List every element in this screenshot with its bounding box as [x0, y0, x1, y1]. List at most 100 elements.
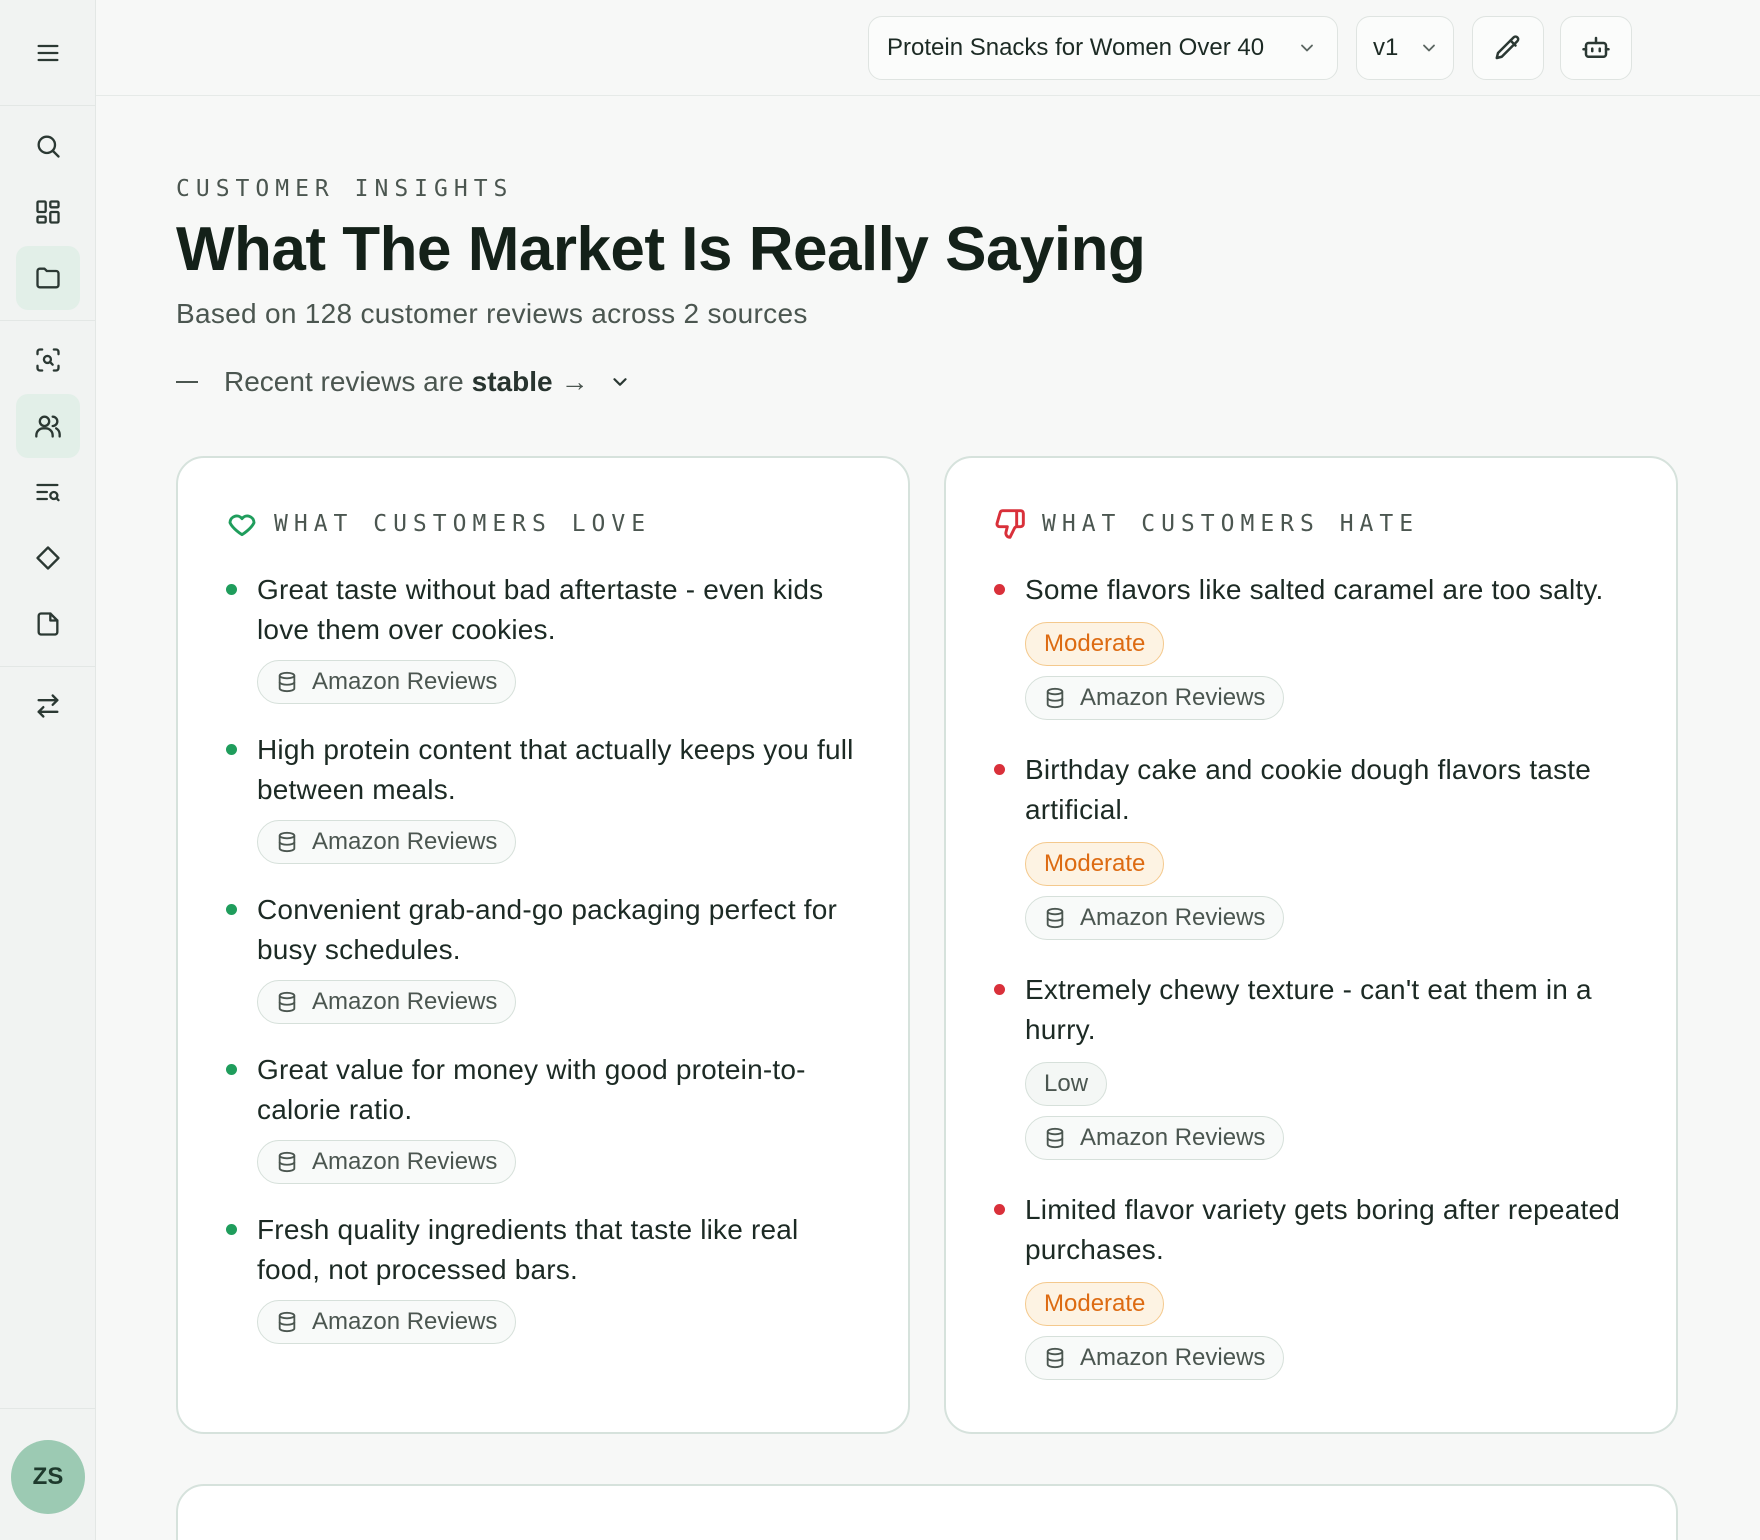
chevron-down-icon	[1423, 44, 1435, 52]
severity-badge: Moderate	[1025, 1282, 1165, 1326]
hate-card: WHAT CUSTOMERS HATE Some flavors like sa…	[944, 456, 1678, 1434]
sidebar-item-dashboard[interactable]	[16, 180, 80, 244]
thumbs-down-icon	[995, 509, 1025, 539]
database-icon	[278, 831, 296, 853]
insight-text: Some flavors like salted caramel are too…	[1025, 574, 1604, 605]
database-icon	[1046, 1127, 1064, 1149]
source-label: Amazon Reviews	[1080, 1124, 1266, 1151]
source-chip[interactable]: Amazon Reviews	[257, 660, 517, 704]
folder-icon	[36, 267, 60, 289]
source-chip[interactable]: Amazon Reviews	[257, 820, 517, 864]
list-item: Convenient grab-and-go packaging perfect…	[226, 890, 866, 1024]
sidebar-item-scan[interactable]	[16, 328, 80, 392]
sidebar-item-tags[interactable]	[16, 526, 80, 590]
dash-icon	[176, 381, 198, 383]
bullet-dot	[994, 1204, 1005, 1215]
source-label: Amazon Reviews	[312, 828, 498, 855]
database-icon	[278, 1311, 296, 1333]
sidebar-item-documents[interactable]	[16, 592, 80, 656]
bullet-dot	[994, 764, 1005, 775]
bullet-dot	[994, 984, 1005, 995]
trend-prefix: Recent reviews are	[224, 366, 464, 397]
hate-heading: WHAT CUSTOMERS HATE	[1042, 511, 1420, 537]
edit-button[interactable]	[1472, 16, 1544, 80]
bullet-dot	[226, 1224, 237, 1235]
source-chip[interactable]: Amazon Reviews	[257, 1300, 517, 1344]
project-select[interactable]: Protein Snacks for Women Over 40	[868, 16, 1338, 80]
sidebar-item-customers[interactable]	[16, 394, 80, 458]
love-heading: WHAT CUSTOMERS LOVE	[274, 511, 652, 537]
source-chip[interactable]: Amazon Reviews	[257, 980, 517, 1024]
avatar[interactable]: ZS	[11, 1440, 85, 1514]
sidebar: ZS	[0, 0, 96, 1540]
severity-badge: Low	[1025, 1062, 1108, 1106]
list-item: Great taste without bad aftertaste - eve…	[226, 570, 866, 704]
insight-text: Extremely chewy texture - can't eat them…	[1025, 974, 1592, 1045]
list-item: Fresh quality ingredients that taste lik…	[226, 1210, 866, 1344]
love-card: WHAT CUSTOMERS LOVE Great taste without …	[176, 456, 910, 1434]
source-label: Amazon Reviews	[312, 1308, 498, 1335]
database-icon	[1046, 907, 1064, 929]
source-chip[interactable]: Amazon Reviews	[1025, 896, 1285, 940]
page-title: What The Market Is Really Saying	[176, 215, 1146, 284]
source-chip[interactable]: Amazon Reviews	[257, 1140, 517, 1184]
database-icon	[278, 1151, 296, 1173]
bullet-dot	[226, 584, 237, 595]
sidebar-item-compare[interactable]	[16, 674, 80, 738]
page-eyebrow: CUSTOMER INSIGHTS	[176, 176, 514, 202]
chevron-down-icon	[1301, 44, 1313, 52]
insight-text: Birthday cake and cookie dough flavors t…	[1025, 754, 1592, 825]
version-select-label: v1	[1373, 34, 1399, 61]
insight-text: Limited flavor variety gets boring after…	[1025, 1194, 1620, 1265]
diamond-icon	[36, 546, 60, 570]
bullet-dot	[226, 744, 237, 755]
list-item: Extremely chewy texture - can't eat them…	[994, 970, 1634, 1160]
grid-icon	[36, 200, 60, 224]
menu-button[interactable]	[0, 0, 95, 106]
source-label: Amazon Reviews	[1080, 684, 1266, 711]
insight-text: Convenient grab-and-go packaging perfect…	[257, 894, 838, 965]
source-label: Amazon Reviews	[312, 668, 498, 695]
list-item: Some flavors like salted caramel are too…	[994, 570, 1634, 720]
source-label: Amazon Reviews	[312, 1148, 498, 1175]
list-item: High protein content that actually keeps…	[226, 730, 866, 864]
source-label: Amazon Reviews	[1080, 1344, 1266, 1371]
bullet-dot	[226, 1064, 237, 1075]
project-select-label: Protein Snacks for Women Over 40	[887, 34, 1265, 61]
insight-text: High protein content that actually keeps…	[257, 734, 854, 805]
severity-badge: Moderate	[1025, 622, 1165, 666]
list-item: Limited flavor variety gets boring after…	[994, 1190, 1634, 1380]
insight-text: Fresh quality ingredients that taste lik…	[257, 1214, 799, 1285]
trend-toggle[interactable]: Recent reviews are stable →	[176, 362, 631, 402]
source-chip[interactable]: Amazon Reviews	[1025, 1336, 1285, 1380]
source-label: Amazon Reviews	[312, 988, 498, 1015]
scan-search-icon	[36, 348, 60, 372]
trend-arrow: →	[560, 366, 589, 397]
heart-icon	[228, 514, 256, 537]
top-bar: Protein Snacks for Women Over 40 v1	[96, 0, 1760, 96]
file-icon	[37, 612, 59, 636]
severity-badge: Moderate	[1025, 842, 1165, 886]
sidebar-item-search-list[interactable]	[16, 460, 80, 524]
database-icon	[1046, 1347, 1064, 1369]
list-item: Birthday cake and cookie dough flavors t…	[994, 750, 1634, 940]
sidebar-item-projects[interactable]	[16, 246, 80, 310]
list-item: Great value for money with good protein-…	[226, 1050, 866, 1184]
chevron-down-icon	[612, 378, 627, 386]
version-select[interactable]: v1	[1356, 16, 1454, 80]
users-icon	[35, 415, 61, 438]
database-icon	[278, 991, 296, 1013]
insight-text: Great value for money with good protein-…	[257, 1054, 806, 1125]
trend-value: stable	[471, 366, 553, 397]
assistant-button[interactable]	[1560, 16, 1632, 80]
source-chip[interactable]: Amazon Reviews	[1025, 676, 1285, 720]
database-icon	[278, 671, 296, 693]
page-subtitle: Based on 128 customer reviews across 2 s…	[176, 298, 808, 329]
source-label: Amazon Reviews	[1080, 904, 1266, 931]
source-chip[interactable]: Amazon Reviews	[1025, 1116, 1285, 1160]
bot-icon	[1582, 36, 1610, 58]
swap-icon	[37, 694, 59, 718]
sidebar-item-search[interactable]	[16, 114, 80, 178]
pencil-icon	[1495, 35, 1520, 60]
bullet-dot	[994, 584, 1005, 595]
